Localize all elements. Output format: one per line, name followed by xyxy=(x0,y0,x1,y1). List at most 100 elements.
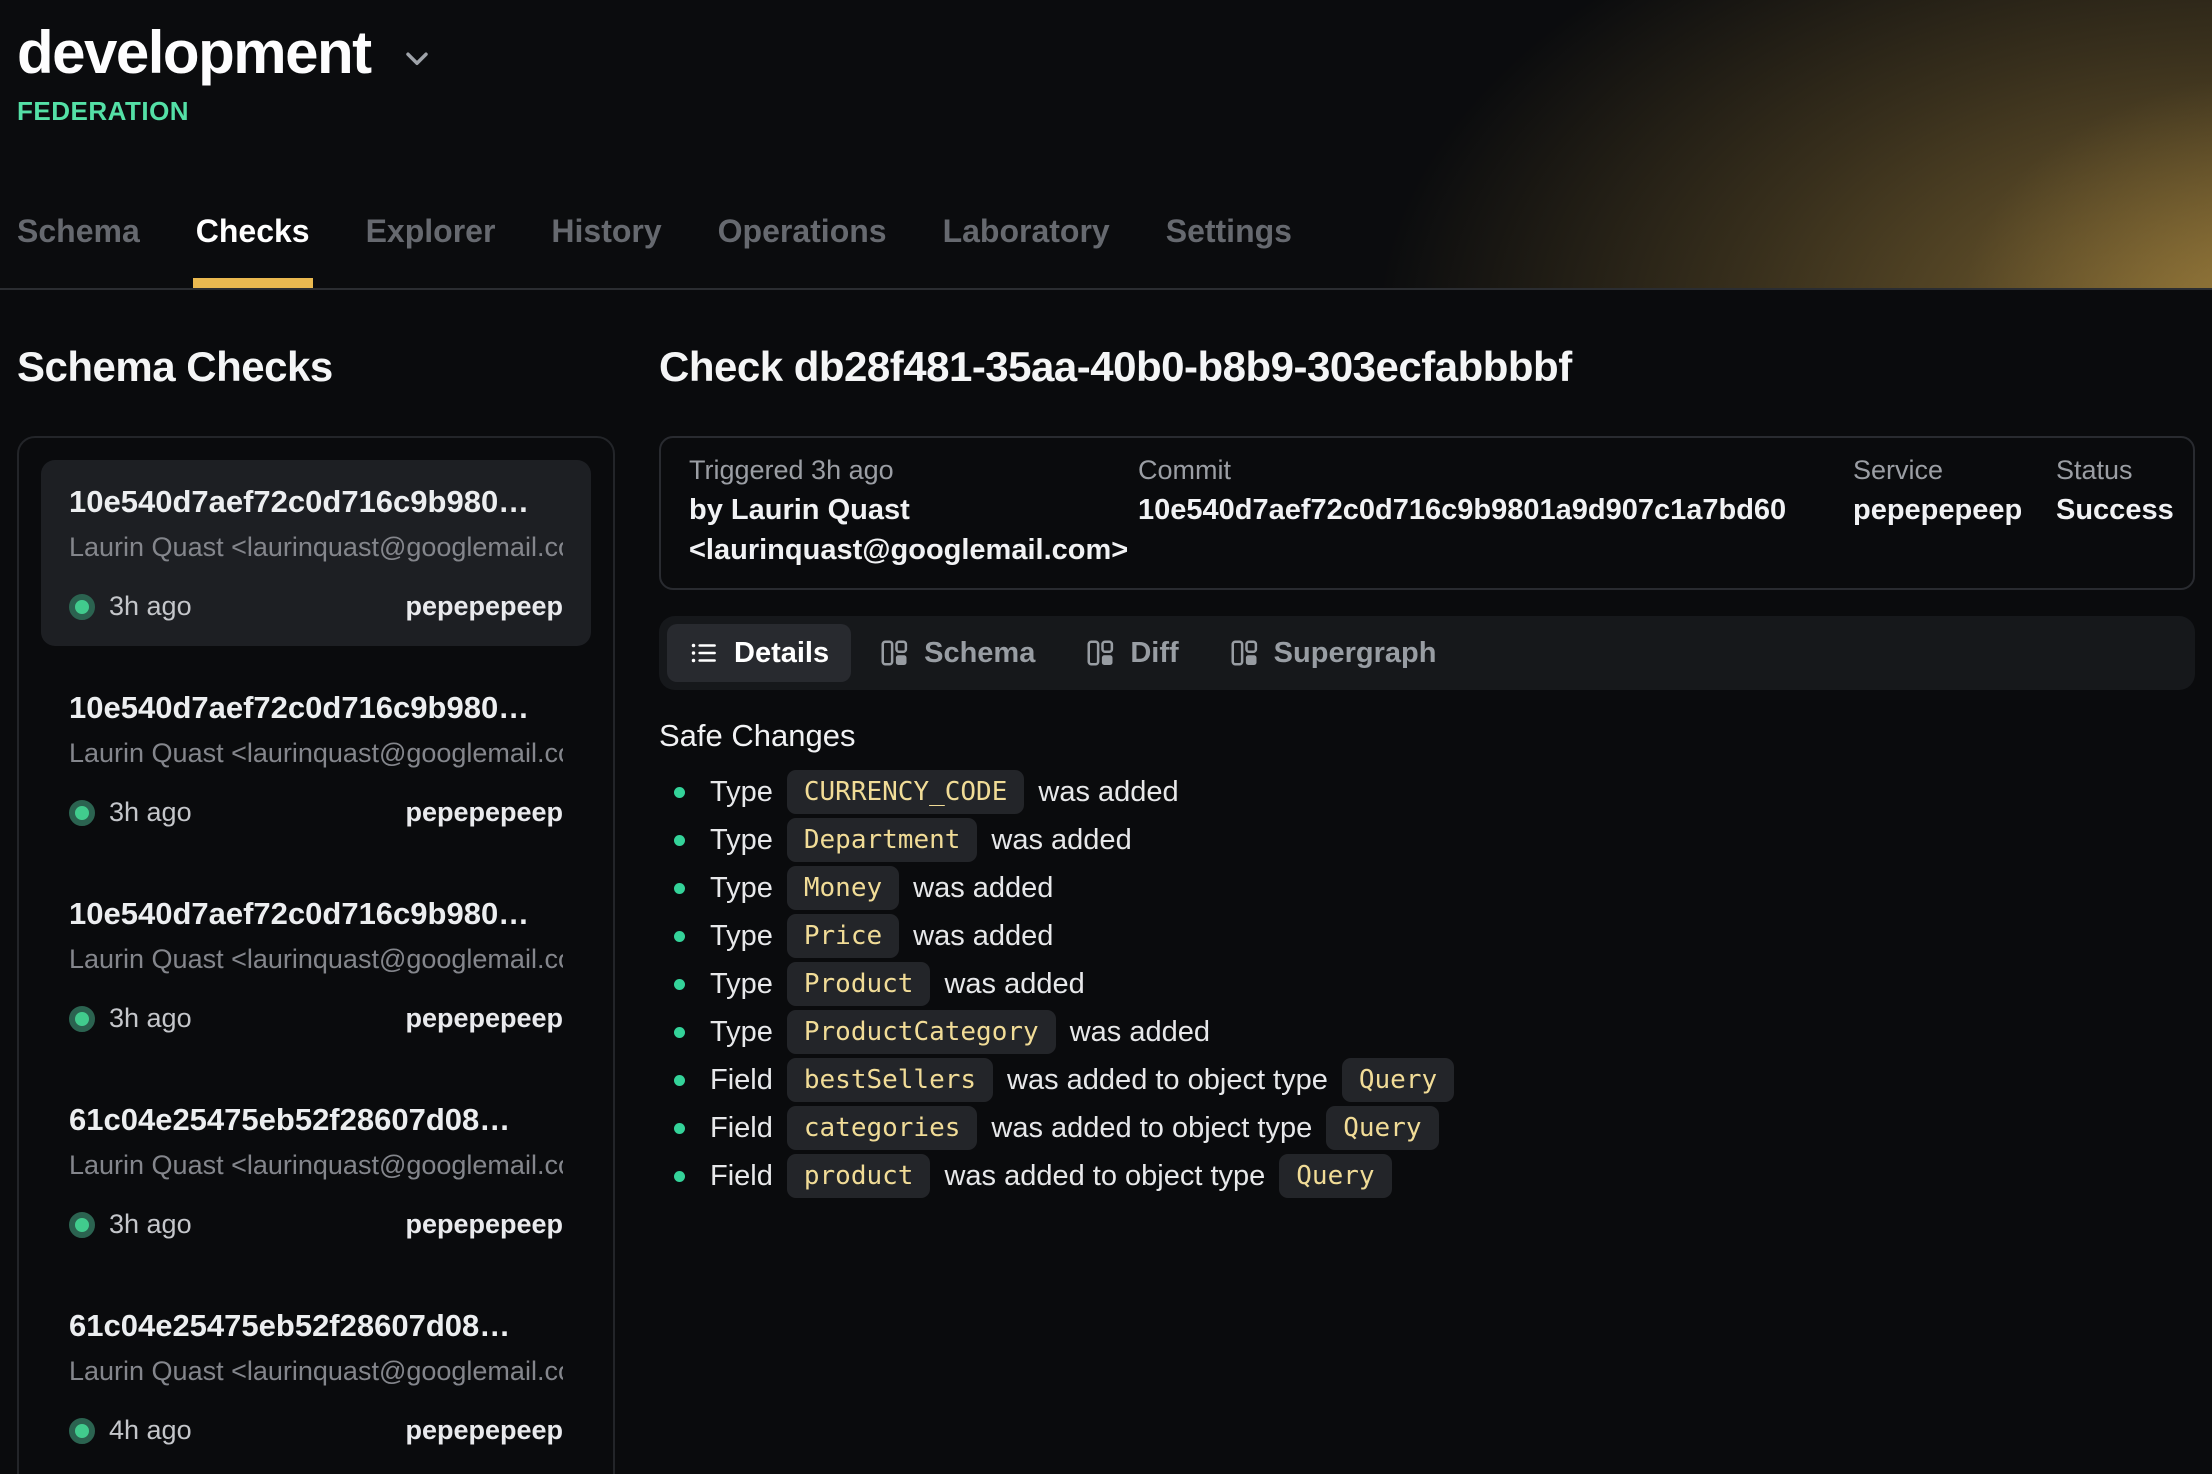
nav-tab[interactable]: Settings xyxy=(1166,213,1292,288)
bullet-dot-icon xyxy=(674,1123,685,1134)
change-item: Field bestSellers was added to object ty… xyxy=(659,1056,2195,1104)
commit-hash: 10e540d7aef72c0d716c9b9801a9d907c1a7bd60 xyxy=(1138,490,1853,530)
check-meta-row: 3h ago pepepepeep xyxy=(69,1003,563,1034)
change-code-chip: Department xyxy=(787,818,978,862)
change-prefix: Field xyxy=(710,1112,773,1145)
change-prefix: Type xyxy=(710,968,773,1001)
status-label: Status xyxy=(2056,454,2165,486)
nav-tab[interactable]: Checks xyxy=(196,213,310,288)
check-id: 10e540d7aef72c0d716c9b980… xyxy=(69,896,563,932)
bullet-dot-icon xyxy=(674,979,685,990)
change-code-chip-secondary: Query xyxy=(1326,1106,1438,1150)
change-prefix: Type xyxy=(710,872,773,905)
check-list-item[interactable]: 10e540d7aef72c0d716c9b980… Laurin Quast … xyxy=(41,872,591,1058)
nav-tab-label: Laboratory xyxy=(943,213,1110,249)
check-author: Laurin Quast <laurinquast@googlemail.co… xyxy=(69,1150,563,1181)
main-nav: Schema Checks Explorer History Operation… xyxy=(17,213,1292,288)
check-view-tabs: Details Schema xyxy=(659,616,2195,690)
bullet-dot-icon xyxy=(674,1075,685,1086)
status-value: Success xyxy=(2056,490,2165,530)
check-author: Laurin Quast <laurinquast@googlemail.co… xyxy=(69,944,563,975)
change-prefix: Type xyxy=(710,920,773,953)
change-prefix: Field xyxy=(710,1064,773,1097)
nav-tab[interactable]: Schema xyxy=(17,213,140,288)
check-id: 61c04e25475eb52f28607d08… xyxy=(69,1308,563,1344)
change-code-chip: product xyxy=(787,1154,931,1198)
status-dot-icon xyxy=(69,1006,95,1032)
check-list-item[interactable]: 10e540d7aef72c0d716c9b980… Laurin Quast … xyxy=(41,666,591,852)
nav-tab[interactable]: Laboratory xyxy=(943,213,1110,288)
view-tab[interactable]: Supergraph xyxy=(1207,624,1459,682)
check-detail-heading: Check db28f481-35aa-40b0-b8b9-303ecfabbb… xyxy=(659,344,2195,390)
change-code-chip: ProductCategory xyxy=(787,1010,1056,1054)
nav-tab[interactable]: History xyxy=(551,213,661,288)
bullet-dot-icon xyxy=(674,1171,685,1182)
nav-tab-label: Settings xyxy=(1166,213,1292,249)
bullet-dot-icon xyxy=(674,1027,685,1038)
change-item: Field product was added to object type Q… xyxy=(659,1152,2195,1200)
status-dot-icon xyxy=(69,1212,95,1238)
nav-tab-label: Explorer xyxy=(366,213,496,249)
check-time: 3h ago xyxy=(109,797,192,828)
change-suffix: was added xyxy=(913,920,1053,953)
check-meta-row: 4h ago pepepepeep xyxy=(69,1415,563,1446)
chevron-down-icon[interactable] xyxy=(399,40,435,76)
schema-checks-sidebar: Schema Checks 10e540d7aef72c0d716c9b980…… xyxy=(17,344,615,1474)
list-icon xyxy=(689,638,719,668)
federation-badge: FEDERATION xyxy=(17,96,2212,127)
check-id: 61c04e25475eb52f28607d08… xyxy=(69,1102,563,1138)
change-prefix: Type xyxy=(710,1016,773,1049)
nav-tab-label: Checks xyxy=(196,213,310,249)
check-author: Laurin Quast <laurinquast@googlemail.co… xyxy=(69,1356,563,1387)
commit-label: Commit xyxy=(1138,454,1853,486)
check-meta-row: 3h ago pepepepeep xyxy=(69,591,563,622)
view-tab[interactable]: Diff xyxy=(1063,624,1200,682)
check-list-item[interactable]: 61c04e25475eb52f28607d08… Laurin Quast <… xyxy=(41,1078,591,1264)
triggered-by-email: <laurinquast@googlemail.com> xyxy=(689,530,1138,570)
change-suffix: was added to object type xyxy=(944,1160,1265,1193)
panels-icon xyxy=(1229,638,1259,668)
change-prefix: Field xyxy=(710,1160,773,1193)
nav-tab[interactable]: Operations xyxy=(718,213,887,288)
check-service: pepepepeep xyxy=(405,591,563,622)
change-code-chip: Money xyxy=(787,866,899,910)
change-item: Type CURRENCY_CODE was added xyxy=(659,768,2195,816)
check-list-item[interactable]: 10e540d7aef72c0d716c9b980… Laurin Quast … xyxy=(41,460,591,646)
check-time: 3h ago xyxy=(109,1003,192,1034)
view-tab[interactable]: Details xyxy=(667,624,851,682)
view-tab-label: Details xyxy=(734,637,829,670)
change-code-chip: bestSellers xyxy=(787,1058,993,1102)
change-item: Field categories was added to object typ… xyxy=(659,1104,2195,1152)
triggered-label: Triggered 3h ago xyxy=(689,454,1138,486)
triggered-by-name: by Laurin Quast xyxy=(689,490,1138,530)
view-tab-label: Schema xyxy=(924,637,1035,670)
status-dot-icon xyxy=(69,1418,95,1444)
status-dot-icon xyxy=(69,800,95,826)
check-service: pepepepeep xyxy=(405,797,563,828)
change-code-chip-secondary: Query xyxy=(1279,1154,1391,1198)
check-meta-row: 3h ago pepepepeep xyxy=(69,797,563,828)
meta-status: Status Success xyxy=(2056,454,2165,570)
check-list-item[interactable]: 61c04e25475eb52f28607d08… Laurin Quast <… xyxy=(41,1284,591,1470)
change-item: Type Money was added xyxy=(659,864,2195,912)
check-meta-box: Triggered 3h ago by Laurin Quast <laurin… xyxy=(659,436,2195,590)
check-time: 3h ago xyxy=(109,1209,192,1240)
project-title: development xyxy=(17,20,371,86)
nav-tab-label: Operations xyxy=(718,213,887,249)
view-tab[interactable]: Schema xyxy=(857,624,1057,682)
change-code-chip: categories xyxy=(787,1106,978,1150)
view-tab-label: Diff xyxy=(1130,637,1178,670)
status-dot-icon xyxy=(69,594,95,620)
service-label: Service xyxy=(1853,454,2056,486)
check-detail: Check db28f481-35aa-40b0-b8b9-303ecfabbb… xyxy=(659,344,2195,1474)
panels-icon xyxy=(879,638,909,668)
check-time: 4h ago xyxy=(109,1415,192,1446)
check-service: pepepepeep xyxy=(405,1209,563,1240)
change-item: Type Product was added xyxy=(659,960,2195,1008)
nav-tab[interactable]: Explorer xyxy=(366,213,496,288)
check-author: Laurin Quast <laurinquast@googlemail.co… xyxy=(69,738,563,769)
change-suffix: was added xyxy=(1038,776,1178,809)
sidebar-heading: Schema Checks xyxy=(17,344,615,390)
meta-commit: Commit 10e540d7aef72c0d716c9b9801a9d907c… xyxy=(1138,454,1853,570)
project-selector[interactable]: development xyxy=(0,0,435,86)
